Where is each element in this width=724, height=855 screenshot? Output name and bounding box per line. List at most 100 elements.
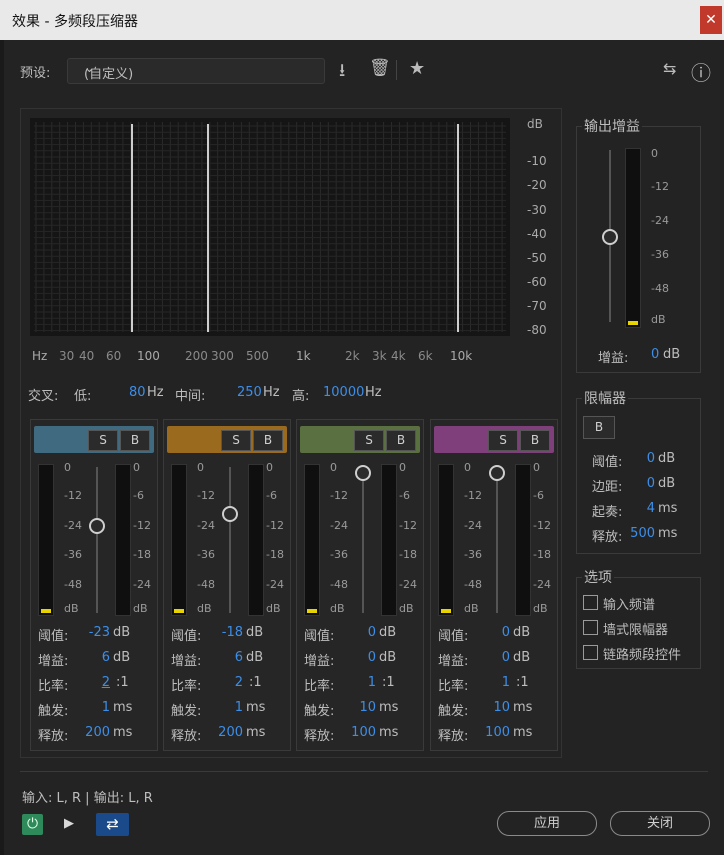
crossover-high-value[interactable]: 10000 xyxy=(323,385,364,400)
band-scale-tick: -12 xyxy=(533,519,551,532)
band-scale-tick: dB xyxy=(64,602,79,615)
crossover-mid-line[interactable] xyxy=(207,124,209,332)
band-release-value[interactable]: 200 xyxy=(72,725,110,740)
band-threshold-knob[interactable] xyxy=(355,465,371,481)
link-band-controls-checkbox[interactable] xyxy=(583,645,598,660)
band-gain-value[interactable]: 0 xyxy=(338,650,376,665)
divider xyxy=(396,60,397,80)
band-threshold-knob[interactable] xyxy=(222,506,238,522)
band-scale-tick: 0 xyxy=(266,461,273,474)
band-gain-value[interactable]: 0 xyxy=(472,650,510,665)
output-gain-value[interactable]: 0 xyxy=(651,347,659,362)
limiter-release: 释放: 500 ms xyxy=(592,526,678,545)
apply-button[interactable]: 应用 xyxy=(497,811,597,836)
band-threshold-knob[interactable] xyxy=(489,465,505,481)
routing-icon[interactable]: ⇆ xyxy=(663,59,676,78)
preset-dropdown[interactable]: (自定义) ⌄ xyxy=(67,58,325,84)
close-window-button[interactable]: ✕ xyxy=(700,6,722,34)
band-gain-value[interactable]: 6 xyxy=(205,650,243,665)
band-attack-value[interactable]: 10 xyxy=(472,700,510,715)
band-release-value[interactable]: 200 xyxy=(205,725,243,740)
band-release-value[interactable]: 100 xyxy=(338,725,376,740)
band-gain: 增益: 0 dB xyxy=(438,650,531,669)
band-bypass-button[interactable]: B xyxy=(386,430,416,451)
band-threshold-value[interactable]: -18 xyxy=(205,625,243,640)
band-input-meter xyxy=(171,464,187,616)
band-scale-tick: -24 xyxy=(399,578,417,591)
band-threshold-value[interactable]: 0 xyxy=(472,625,510,640)
band-threshold-slider-track[interactable] xyxy=(496,467,498,613)
band-scale-tick: -6 xyxy=(133,489,144,502)
trash-icon[interactable]: 🗑 xyxy=(369,58,391,78)
band-scale-tick: -6 xyxy=(266,489,277,502)
crossover-low-value[interactable]: 80 xyxy=(129,385,146,400)
band-header[interactable]: S B xyxy=(167,426,287,453)
hz-label: 2k xyxy=(345,349,360,363)
download-preset-icon[interactable]: ⭳ xyxy=(339,58,345,88)
crossover-mid-value[interactable]: 250 xyxy=(237,385,262,400)
limiter-threshold-value[interactable]: 0 xyxy=(630,451,655,466)
band-threshold-slider-track[interactable] xyxy=(362,467,364,613)
frequency-graph[interactable] xyxy=(30,118,510,336)
band-threshold: 阈值: -18 dB xyxy=(171,625,264,644)
crossover-high-unit: Hz xyxy=(365,385,382,400)
star-icon[interactable]: ★ xyxy=(409,58,425,79)
crossover-low-line[interactable] xyxy=(131,124,133,332)
hz-label: 4k xyxy=(391,349,406,363)
limiter-attack-value[interactable]: 4 xyxy=(630,501,655,516)
band-attack-value[interactable]: 1 xyxy=(205,700,243,715)
power-button[interactable]: ⏻ xyxy=(22,814,43,835)
band-solo-button[interactable]: S xyxy=(221,430,251,451)
limiter-margin: 边距: 0 dB xyxy=(592,476,676,495)
band-scale-tick: 0 xyxy=(330,461,337,474)
io-channels: 输入: L, R | 输出: L, R xyxy=(22,791,153,806)
db-label: -80 xyxy=(527,323,547,337)
input-spectrum-checkbox[interactable] xyxy=(583,595,598,610)
band-threshold-value[interactable]: -23 xyxy=(72,625,110,640)
band-scale-tick: -12 xyxy=(266,519,284,532)
band-header[interactable]: S B xyxy=(434,426,554,453)
band-solo-button[interactable]: S xyxy=(354,430,384,451)
band-ratio-value[interactable]: 2 xyxy=(72,675,110,690)
band-solo-button[interactable]: S xyxy=(488,430,518,451)
band-bypass-button[interactable]: B xyxy=(253,430,283,451)
output-gain-title: 输出增益 xyxy=(582,116,642,136)
limiter-bypass-button[interactable]: B xyxy=(583,416,615,439)
band-release-value[interactable]: 100 xyxy=(472,725,510,740)
band-threshold: 阈值: -23 dB xyxy=(38,625,131,644)
band-scale-tick: -18 xyxy=(399,548,417,561)
band-threshold-slider-track[interactable] xyxy=(96,467,98,613)
band-gain-value[interactable]: 6 xyxy=(72,650,110,665)
band-header[interactable]: S B xyxy=(300,426,420,453)
band-ratio-value[interactable]: 2 xyxy=(205,675,243,690)
loop-button[interactable]: ⇄ xyxy=(96,813,129,836)
play-button[interactable]: ▶ xyxy=(64,816,74,831)
info-icon[interactable]: ⓘ xyxy=(691,57,711,86)
crossover-high-line[interactable] xyxy=(457,124,459,332)
band-solo-button[interactable]: S xyxy=(88,430,118,451)
close-button[interactable]: 关闭 xyxy=(610,811,710,836)
band-bypass-button[interactable]: B xyxy=(520,430,550,451)
band-scale-tick: 0 xyxy=(133,461,140,474)
band-scale-tick: -48 xyxy=(197,578,215,591)
brickwall-limiter-label: 墙式限幅器 xyxy=(603,623,669,638)
band-attack-value[interactable]: 10 xyxy=(338,700,376,715)
output-gain-knob[interactable] xyxy=(602,229,618,245)
limiter-margin-value[interactable]: 0 xyxy=(630,476,655,491)
band-threshold-knob[interactable] xyxy=(89,518,105,534)
band-ratio-value[interactable]: 1 xyxy=(338,675,376,690)
output-scale-tick: -48 xyxy=(651,282,669,295)
band-scale-tick: -36 xyxy=(197,548,215,561)
band-threshold-value[interactable]: 0 xyxy=(338,625,376,640)
band-attack-value[interactable]: 1 xyxy=(72,700,110,715)
band-bypass-button[interactable]: B xyxy=(120,430,150,451)
output-scale-tick: -24 xyxy=(651,214,669,227)
band-scale-tick: dB xyxy=(133,602,148,615)
brickwall-limiter-checkbox[interactable] xyxy=(583,620,598,635)
band-ratio-value[interactable]: 1 xyxy=(472,675,510,690)
band-threshold-slider-track[interactable] xyxy=(229,467,231,613)
limiter-release-value[interactable]: 500 xyxy=(630,526,655,541)
db-label: -40 xyxy=(527,227,547,241)
band-scale-tick: -24 xyxy=(464,519,482,532)
band-header[interactable]: S B xyxy=(34,426,154,453)
